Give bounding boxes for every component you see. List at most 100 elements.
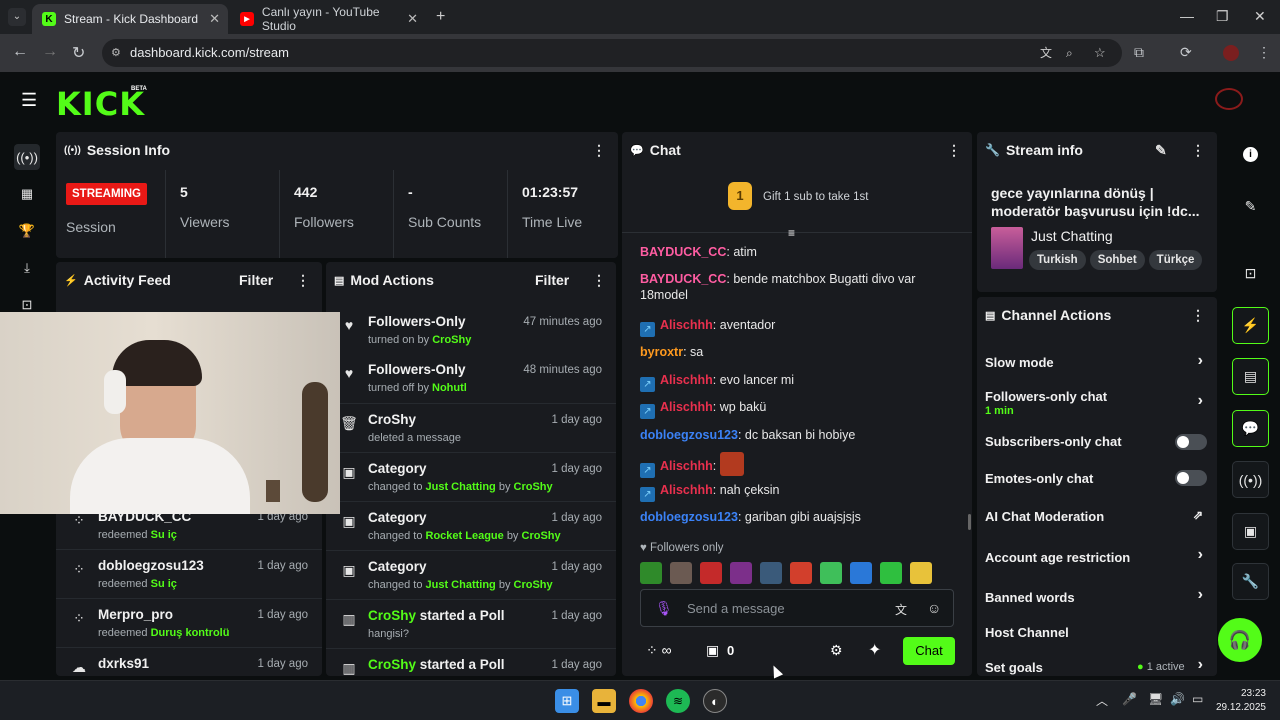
close-icon[interactable]: ✕ — [407, 11, 418, 27]
browser-menu-icon[interactable]: ⋮ — [1257, 44, 1271, 61]
hamburger-menu-icon[interactable]: ☰ — [21, 90, 37, 111]
more-options-icon[interactable]: ⋮ — [1191, 307, 1205, 324]
user-avatar[interactable] — [1215, 88, 1243, 110]
tag[interactable]: Turkish — [1029, 250, 1086, 270]
more-options-icon[interactable]: ⋮ — [947, 142, 961, 159]
chrome-icon[interactable] — [629, 689, 653, 713]
category-name[interactable]: Just Chatting — [1031, 228, 1113, 244]
send-chat-button[interactable]: Chat — [903, 637, 955, 665]
analytics-nav-icon[interactable]: ▦ — [14, 181, 40, 207]
windows-start-icon[interactable]: ⊞ — [555, 689, 579, 713]
mic-tray-icon[interactable]: 🎤 — [1122, 692, 1137, 706]
tab-youtube-studio[interactable]: ▶ Canlı yayın - YouTube Studio ✕ — [230, 4, 426, 34]
tab-kick-dashboard[interactable]: K Stream - Kick Dashboard ✕ — [32, 4, 228, 34]
network-icon[interactable]: 🖥 — [1148, 692, 1163, 706]
battery-icon[interactable]: ▭ — [1192, 692, 1203, 706]
emote-icon[interactable] — [760, 562, 782, 584]
subscribers-only-toggle[interactable] — [1175, 434, 1207, 450]
maximize-button[interactable]: ❐ — [1216, 8, 1229, 25]
extensions-icon[interactable]: ⧉ — [1134, 44, 1144, 61]
emote-icon[interactable] — [850, 562, 872, 584]
trophy-nav-icon[interactable]: 🏆 — [14, 218, 40, 244]
activity-user[interactable]: dobloegzosu123 — [98, 558, 204, 573]
tab-search-button[interactable]: ⌄ — [8, 8, 26, 26]
emote-icon[interactable] — [640, 562, 662, 584]
more-options-icon[interactable]: ⋮ — [296, 272, 310, 289]
new-tab-button[interactable]: + — [436, 8, 445, 26]
channel-points-icon[interactable]: ⁘ ∞ — [646, 642, 672, 659]
site-info-icon[interactable]: ⚙ — [111, 39, 121, 67]
more-options-icon[interactable]: ⋮ — [1191, 142, 1205, 159]
forward-icon[interactable]: → — [42, 43, 58, 61]
edit-pencil-icon[interactable]: ✎ — [1155, 142, 1167, 159]
emoji-icon[interactable]: ☺ — [927, 600, 941, 616]
bookmark-star-icon[interactable]: ☆ — [1094, 39, 1106, 67]
volume-icon[interactable]: 🔊 — [1170, 692, 1185, 706]
stream-title: gece yayınlarına dönüş | moderatör başvu… — [991, 185, 1200, 219]
file-explorer-icon[interactable]: ▬ — [592, 689, 616, 713]
filter-button[interactable]: Filter — [239, 272, 273, 288]
broadcast-button[interactable]: ((•)) — [1232, 461, 1269, 498]
chat-scrollbar[interactable] — [968, 514, 971, 530]
tag[interactable]: Türkçe — [1148, 250, 1203, 270]
spotify-icon[interactable]: ≋ — [666, 689, 690, 713]
clock[interactable]: 23:23 29.12.2025 — [1214, 687, 1266, 715]
emote-icon[interactable] — [700, 562, 722, 584]
stream-nav-icon[interactable]: ((•)) — [14, 144, 40, 170]
activity-user[interactable]: Merpro_pro — [98, 607, 173, 622]
close-icon[interactable]: ✕ — [209, 11, 220, 27]
emote-icon[interactable] — [790, 562, 812, 584]
more-options-icon[interactable]: ⋮ — [592, 142, 606, 159]
chat-input[interactable]: 🎙 Send a message 文 ☺ — [640, 589, 954, 627]
chat-widget-button[interactable]: 💬 — [1232, 410, 1269, 447]
url-field[interactable]: ⚙ dashboard.kick.com/stream 文 ⌕ ☆ — [102, 39, 1122, 67]
bot-icon[interactable]: ✦ — [868, 640, 881, 660]
profile-avatar[interactable] — [1223, 45, 1239, 61]
activity-detail: redeemed Su iç — [98, 529, 177, 541]
activity-time: 1 day ago — [257, 560, 308, 572]
translate-icon[interactable]: 文 — [895, 601, 907, 618]
microphone-icon[interactable]: 🎙 — [655, 600, 673, 617]
collapse-icon[interactable]: ≡ — [788, 226, 795, 240]
chat-message: BAYDUCK_CC: bende matchbox Bugatti divo … — [640, 272, 916, 302]
notes-button[interactable]: ▤ — [1232, 358, 1269, 395]
support-chat-button[interactable]: 🎧 — [1218, 618, 1262, 662]
emote-icon[interactable] — [670, 562, 692, 584]
chat-bubble-icon: 💬 — [630, 144, 644, 157]
translate-icon[interactable]: 文 — [1040, 39, 1052, 67]
emote-icon[interactable] — [880, 562, 902, 584]
tray-chevron-icon[interactable]: ︿ — [1096, 692, 1108, 709]
back-icon[interactable]: ← — [12, 43, 28, 61]
media-icon[interactable]: ⟳ — [1180, 44, 1192, 61]
gift-icon[interactable]: ▣ — [706, 642, 719, 659]
emote-icon[interactable] — [910, 562, 932, 584]
panel-header: 🔧 Stream info — [985, 142, 1083, 158]
emotes-only-toggle[interactable] — [1175, 470, 1207, 486]
zoom-icon[interactable]: ⌕ — [1066, 39, 1073, 67]
quick-actions-button[interactable]: ⚡ — [1232, 307, 1269, 344]
tag[interactable]: Sohbet — [1089, 250, 1145, 270]
minimize-button[interactable]: — — [1180, 8, 1194, 24]
tools-button[interactable]: 🔧 — [1232, 563, 1269, 600]
activity-user[interactable]: dxrks91 — [98, 656, 149, 671]
filter-button[interactable]: Filter — [535, 272, 569, 288]
edit-layout-button[interactable]: ✎ — [1232, 188, 1269, 225]
media-button[interactable]: ▣ — [1232, 513, 1269, 550]
obs-icon[interactable]: ◐ — [703, 689, 727, 713]
emote-icon[interactable] — [820, 562, 842, 584]
emote-icon[interactable] — [730, 562, 752, 584]
gift-sub-text[interactable]: Gift 1 sub to take 1st — [763, 191, 868, 203]
close-window-button[interactable]: ✕ — [1254, 8, 1266, 25]
beta-label: BETA — [131, 86, 147, 92]
download-nav-icon[interactable]: ⤓ — [14, 255, 40, 281]
headphones — [104, 370, 126, 414]
activity-detail: redeemed Duruş kontrolü — [98, 627, 230, 639]
screen-icon[interactable]: ⊡ — [1232, 255, 1269, 292]
poll-icon: ▥ — [342, 610, 356, 627]
more-options-icon[interactable]: ⋮ — [592, 272, 606, 289]
settings-gear-icon[interactable]: ⚙ — [830, 642, 843, 659]
reload-icon[interactable]: ↻ — [72, 43, 85, 63]
panel-header: ▤ Channel Actions — [985, 307, 1112, 323]
info-icon[interactable]: i — [1243, 147, 1258, 162]
stream-info-panel: 🔧 Stream info ✎ ⋮ gece yayınlarına dönüş … — [977, 132, 1217, 292]
